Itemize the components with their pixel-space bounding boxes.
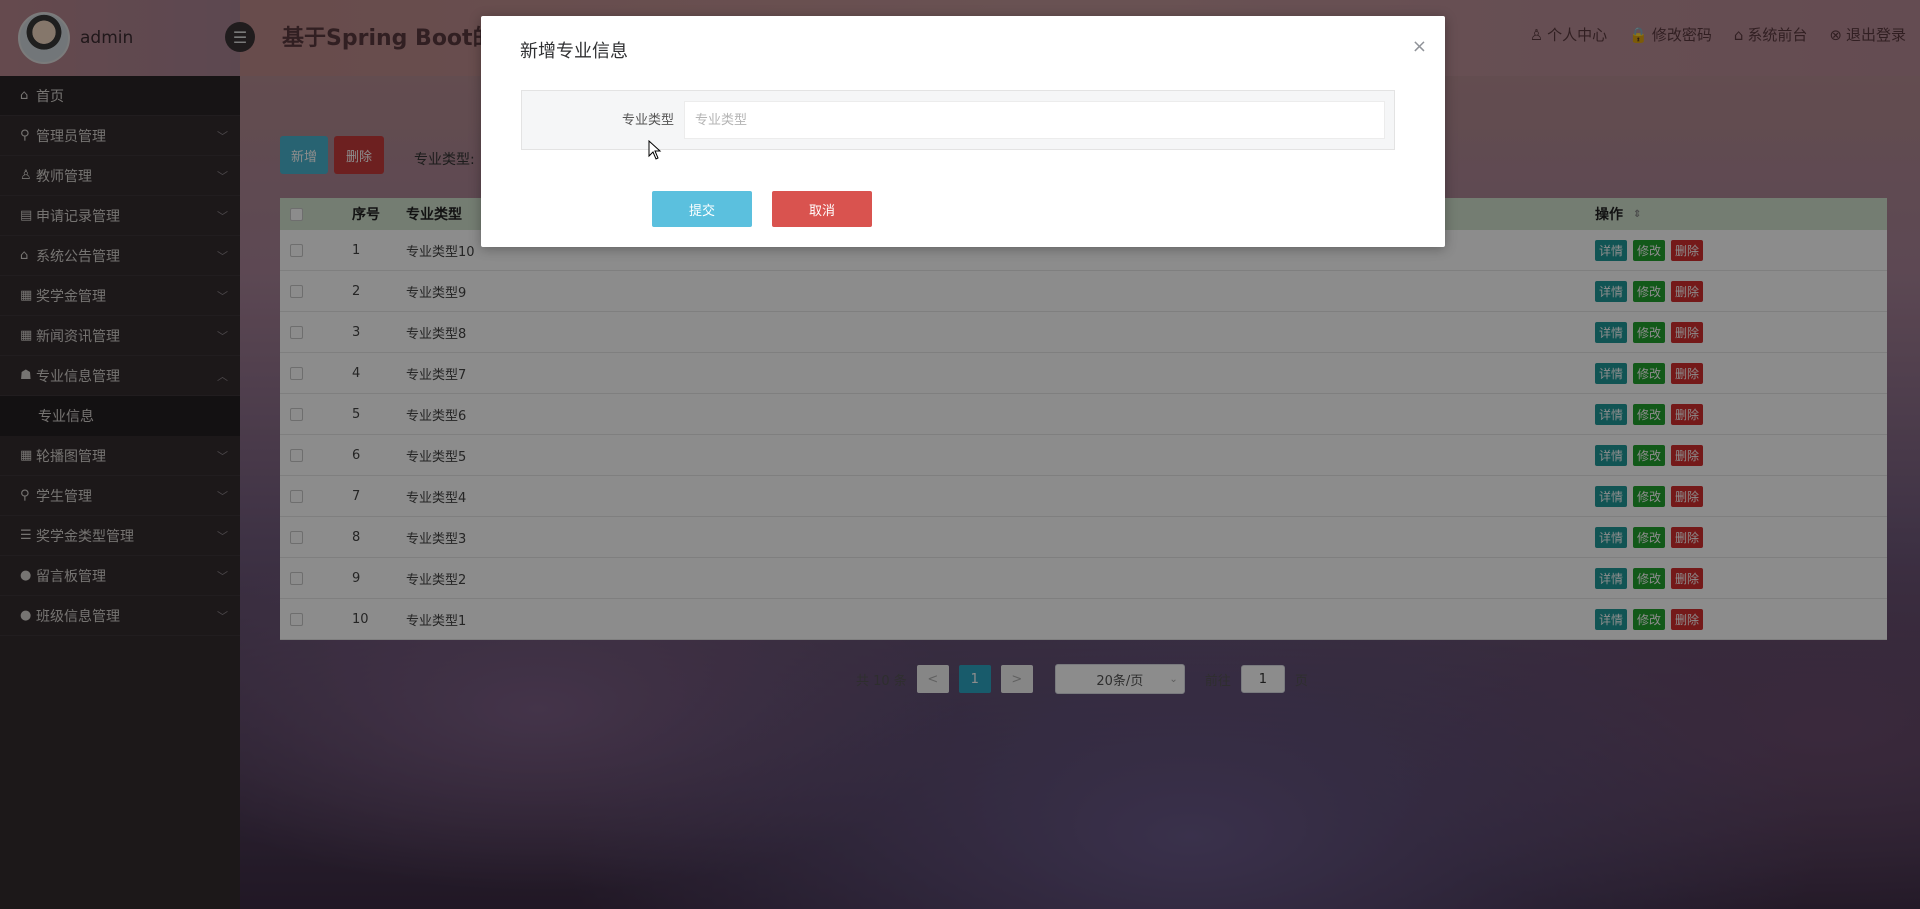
- add-major-dialog: 新增专业信息 × 专业类型 提交 取消: [481, 16, 1445, 247]
- mouse-cursor-icon: [648, 140, 662, 160]
- dialog-title: 新增专业信息: [520, 41, 628, 62]
- major-type-label: 专业类型: [621, 113, 674, 128]
- close-icon[interactable]: ×: [1412, 36, 1427, 57]
- cancel-button[interactable]: 取消: [772, 191, 872, 227]
- major-type-input[interactable]: [684, 101, 1385, 139]
- submit-button[interactable]: 提交: [652, 191, 752, 227]
